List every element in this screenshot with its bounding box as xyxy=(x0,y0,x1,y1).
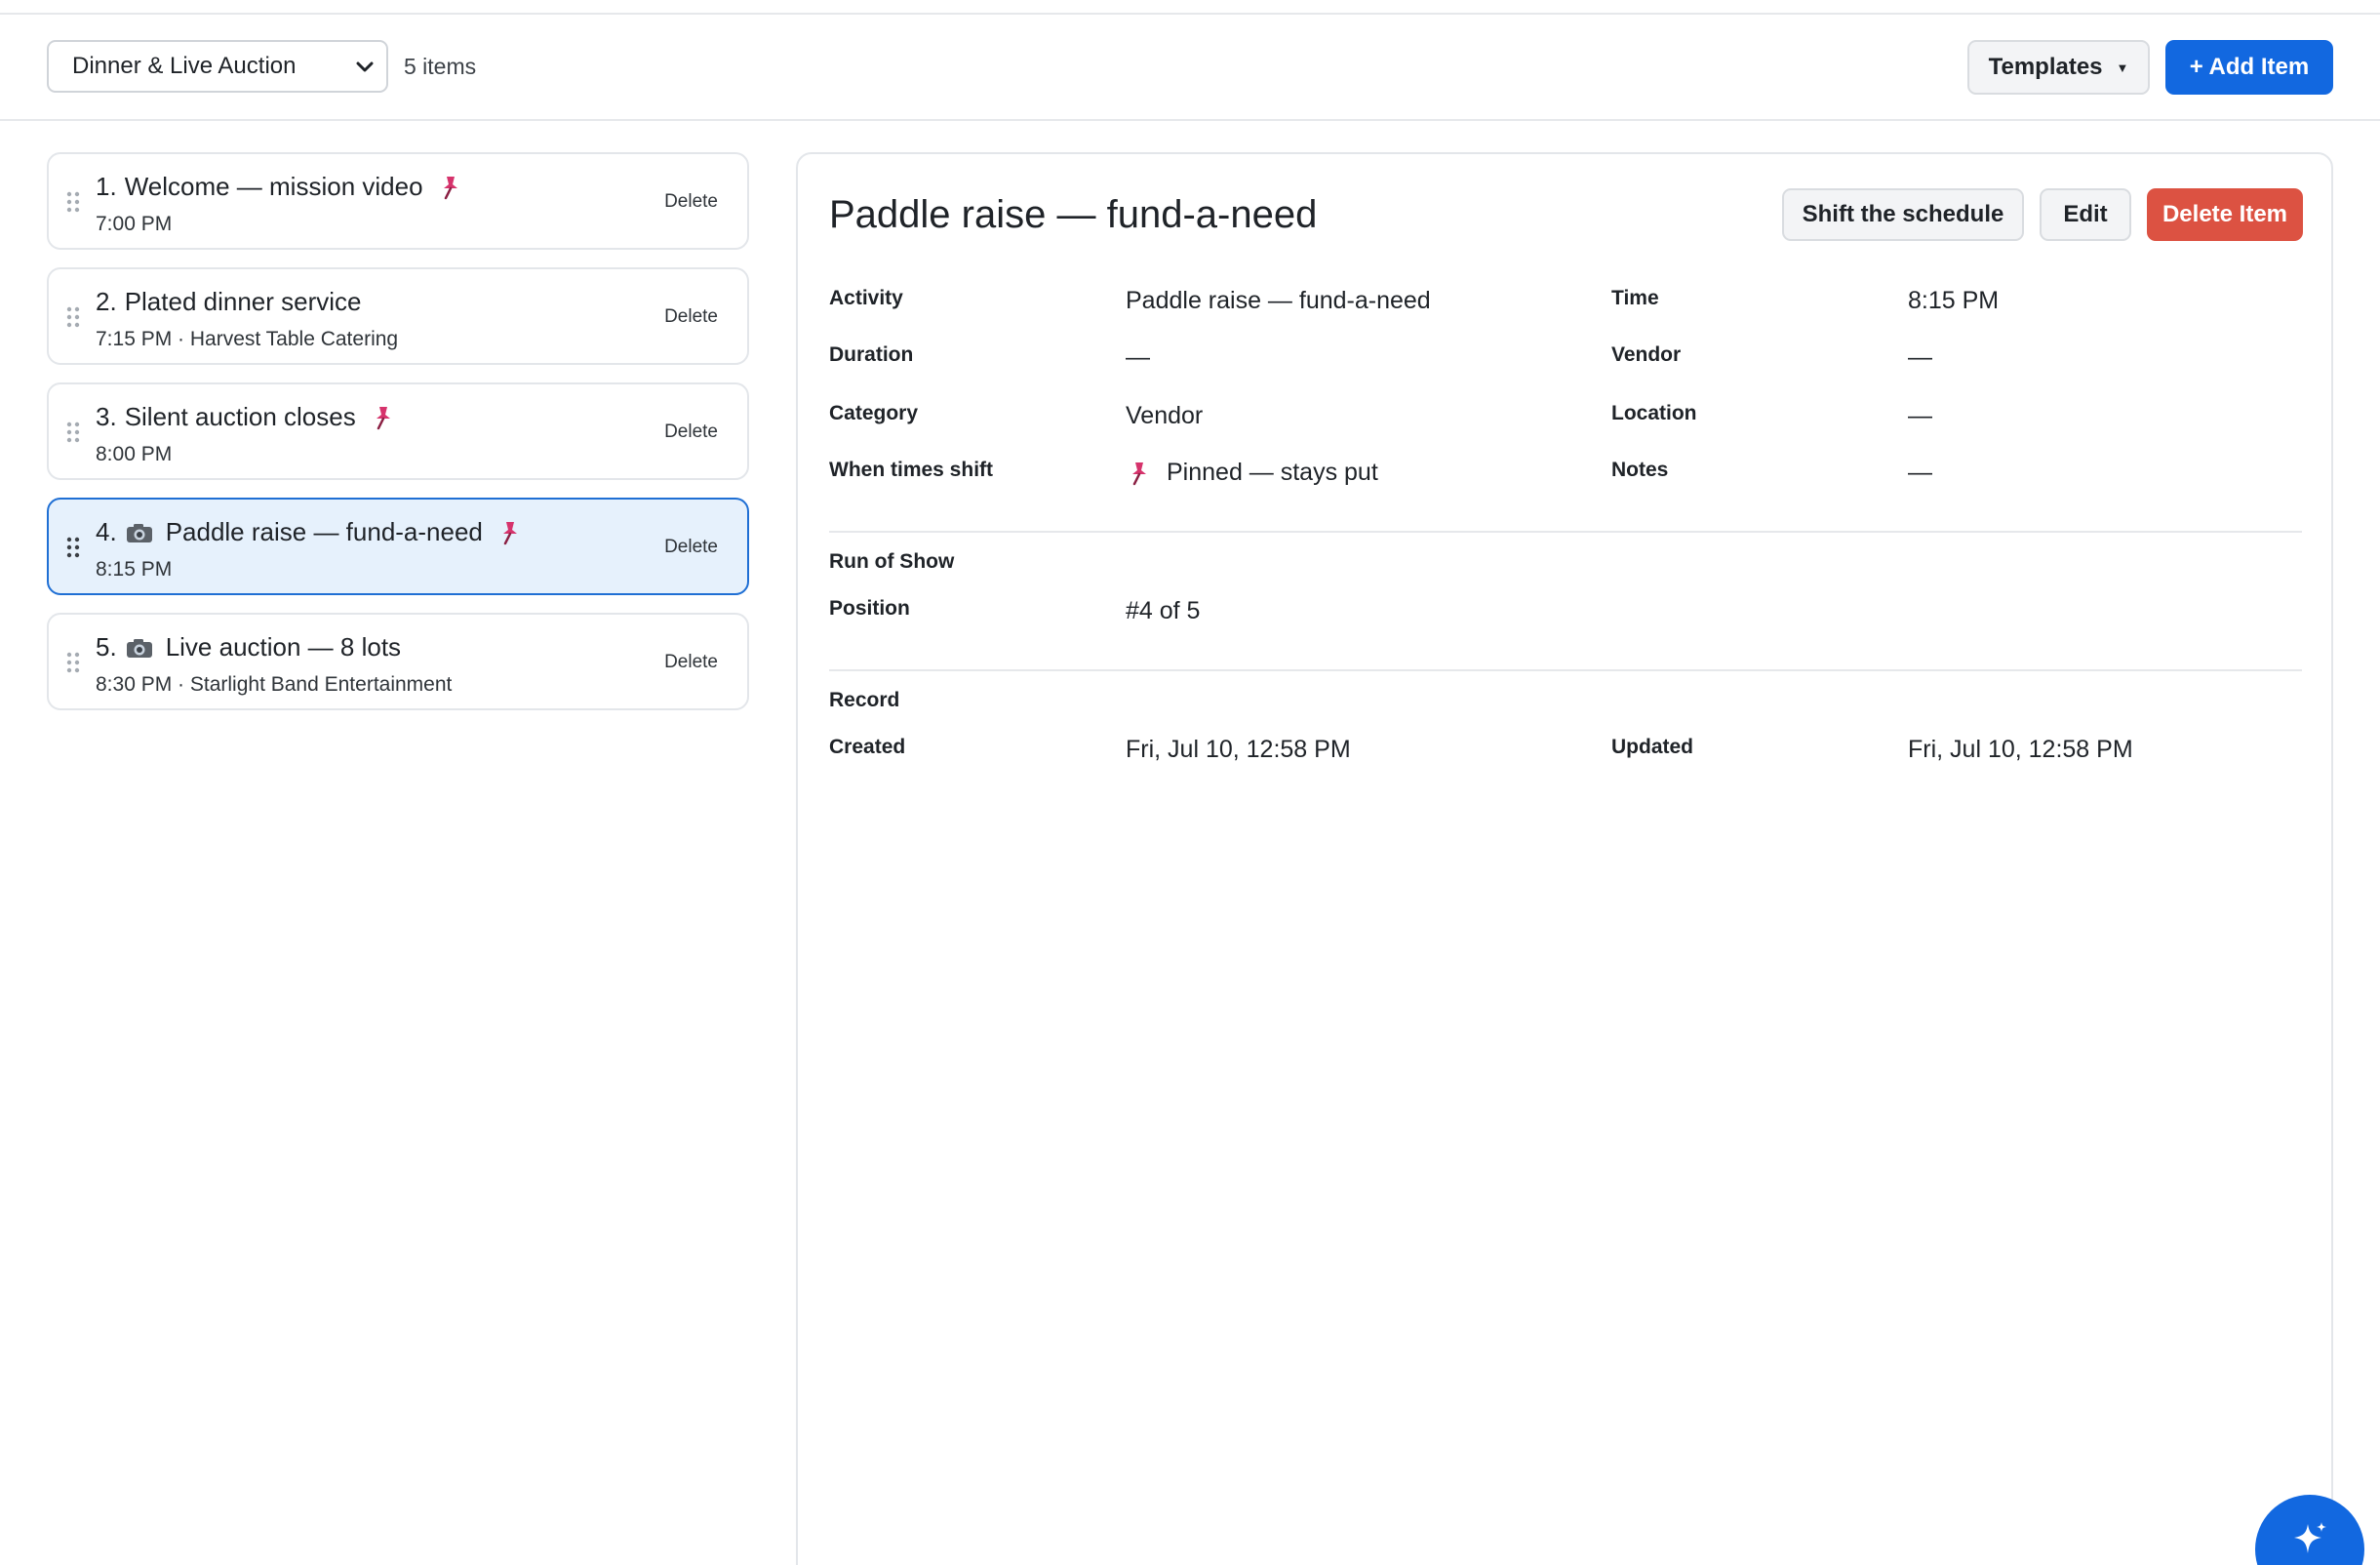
delete-item-button[interactable]: Delete Item xyxy=(2147,188,2303,241)
drag-handle-icon[interactable] xyxy=(66,306,80,328)
list-item-subtitle: 8:15 PM xyxy=(96,558,173,581)
camera-icon xyxy=(126,638,152,658)
field-label-notes: Notes xyxy=(1611,459,1669,481)
field-value-time: 8:15 PM xyxy=(1908,287,2000,314)
shift-schedule-button[interactable]: Shift the schedule xyxy=(1782,188,2024,241)
sparkle-icon xyxy=(2294,1522,2326,1553)
list-item[interactable]: 1. Welcome — mission video 7:00 PM Delet… xyxy=(47,152,749,250)
edit-button[interactable]: Edit xyxy=(2040,188,2131,241)
drag-handle-icon[interactable] xyxy=(66,537,80,558)
list-item-title: 4. Paddle raise — fund-a-need xyxy=(96,517,524,547)
list-item-subtitle: 8:30 PM · Starlight Band Entertainment xyxy=(96,673,453,696)
field-value-updated: Fri, Jul 10, 12:58 PM xyxy=(1908,736,2133,763)
item-detail-panel: Paddle raise — fund-a-need Shift the sch… xyxy=(796,152,2333,1565)
list-item-subtitle: 8:00 PM xyxy=(96,443,173,465)
field-label-vendor: Vendor xyxy=(1611,343,1682,366)
field-value-created: Fri, Jul 10, 12:58 PM xyxy=(1126,736,1351,763)
caret-down-icon: ▼ xyxy=(2116,60,2129,75)
add-item-button[interactable]: + Add Item xyxy=(2165,40,2333,95)
field-label-when-times-shift: When times shift xyxy=(829,459,994,481)
list-item[interactable]: 5. Live auction — 8 lots 8:30 PM · Starl… xyxy=(47,613,749,710)
list-item-subtitle: 7:15 PM · Harvest Table Catering xyxy=(96,328,399,350)
field-label-updated: Updated xyxy=(1611,736,1693,758)
camera-icon xyxy=(126,523,152,542)
pushpin-icon xyxy=(1132,461,1146,485)
field-value-duration: — xyxy=(1126,343,1150,371)
delete-item-link[interactable]: Delete xyxy=(664,421,718,443)
drag-handle-icon[interactable] xyxy=(66,191,80,213)
delete-item-link[interactable]: Delete xyxy=(664,191,718,213)
pushpin-icon xyxy=(443,176,457,199)
field-value-position: #4 of 5 xyxy=(1126,597,1201,624)
list-item[interactable]: 3. Silent auction closes 8:00 PM Delete xyxy=(47,382,749,480)
list-item-title: 3. Silent auction closes xyxy=(96,402,397,432)
templates-button[interactable]: Templates ▼ xyxy=(1967,40,2150,95)
list-item-title: 1. Welcome — mission video xyxy=(96,172,464,202)
list-item-label: Live auction — 8 lots xyxy=(165,632,402,662)
field-label-category: Category xyxy=(829,402,919,424)
field-value-notes: — xyxy=(1908,459,1932,486)
list-item-subtitle: 7:00 PM xyxy=(96,213,173,235)
delete-item-link[interactable]: Delete xyxy=(664,306,718,328)
field-label-activity: Activity xyxy=(829,287,903,309)
list-item-selected[interactable]: 4. Paddle raise — fund-a-need 8:15 PM De… xyxy=(47,498,749,595)
field-label-time: Time xyxy=(1611,287,1659,309)
chevron-down-icon xyxy=(356,61,374,72)
field-label-created: Created xyxy=(829,736,906,758)
list-item-title: 2. Plated dinner service xyxy=(96,287,362,317)
list-item-number: 5. xyxy=(96,632,117,662)
field-value-location: — xyxy=(1908,402,1932,429)
item-count: 5 items xyxy=(404,54,477,79)
field-value-when-times-shift: Pinned — stays put xyxy=(1126,459,1378,487)
detail-title: Paddle raise — fund-a-need xyxy=(829,193,1318,236)
event-select[interactable]: Dinner & Live Auction xyxy=(47,40,388,93)
pinned-status-text: Pinned — stays put xyxy=(1167,459,1378,486)
list-item-label: Plated dinner service xyxy=(124,287,362,316)
pushpin-icon xyxy=(376,406,390,429)
list-item[interactable]: 2. Plated dinner service 7:15 PM · Harve… xyxy=(47,267,749,365)
divider xyxy=(829,531,2302,533)
list-item-number: 2. xyxy=(96,287,117,316)
divider xyxy=(829,669,2302,671)
list-item-label: Welcome — mission video xyxy=(124,172,423,201)
delete-item-link[interactable]: Delete xyxy=(664,537,718,558)
field-value-vendor: — xyxy=(1908,343,1932,371)
list-item-number: 3. xyxy=(96,402,117,431)
drag-handle-icon[interactable] xyxy=(66,421,80,443)
section-heading-run-of-show: Run of Show xyxy=(829,550,955,573)
list-item-label: Paddle raise — fund-a-need xyxy=(165,517,483,546)
event-select-value: Dinner & Live Auction xyxy=(72,53,297,79)
field-label-location: Location xyxy=(1611,402,1697,424)
pushpin-icon xyxy=(502,521,517,544)
top-border xyxy=(0,0,2380,15)
list-item-title: 5. Live auction — 8 lots xyxy=(96,632,401,662)
field-value-category: Vendor xyxy=(1126,402,1204,429)
toolbar: Dinner & Live Auction 5 items Templates … xyxy=(0,15,2380,121)
list-item-number: 1. xyxy=(96,172,117,201)
drag-handle-icon[interactable] xyxy=(66,652,80,673)
section-heading-record: Record xyxy=(829,689,900,711)
field-label-duration: Duration xyxy=(829,343,914,366)
templates-button-label: Templates xyxy=(1988,54,2103,80)
field-value-activity: Paddle raise — fund-a-need xyxy=(1126,287,1431,314)
delete-item-link[interactable]: Delete xyxy=(664,652,718,673)
list-item-label: Silent auction closes xyxy=(124,402,356,431)
field-label-position: Position xyxy=(829,597,910,620)
list-item-number: 4. xyxy=(96,517,117,546)
